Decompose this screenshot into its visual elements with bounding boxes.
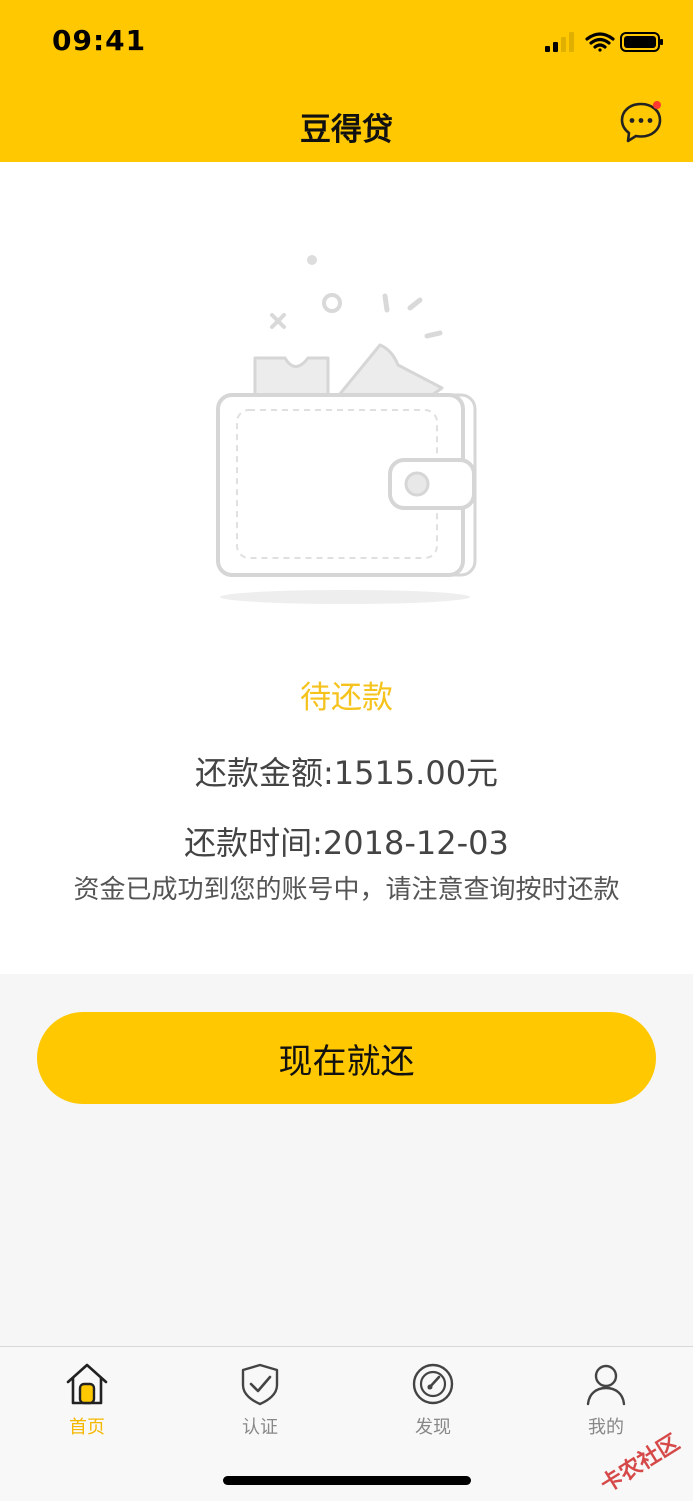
status-time: 09:41 [52, 24, 147, 57]
wifi-icon [585, 32, 615, 52]
compass-icon [412, 1363, 454, 1405]
page-title: 豆得贷 [300, 112, 393, 148]
tab-verify-label: 认证 [242, 1417, 278, 1438]
wallet-illustration [216, 255, 477, 604]
shield-check-icon [241, 1363, 279, 1406]
repay-now-button[interactable]: 现在就还 [37, 1012, 656, 1104]
home-indicator[interactable] [223, 1476, 471, 1485]
loan-notice: 资金已成功到您的账号中，请注意查询按时还款 [73, 875, 620, 905]
tab-verify[interactable]: 认证 [200, 1361, 320, 1441]
status-bar: 09:41 [0, 0, 693, 88]
message-button[interactable] [617, 98, 665, 146]
repay-date: 还款时间:2018-12-03 [184, 824, 509, 862]
repay-amount: 还款金额:1515.00元 [194, 754, 499, 792]
loan-card: 待还款 还款金额:1515.00元 还款时间:2018-12-03 资金已成功到… [0, 162, 693, 974]
home-icon [66, 1363, 108, 1405]
chat-bubble-icon [620, 102, 662, 143]
tab-mine-label: 我的 [588, 1417, 624, 1438]
tab-discover-label: 发现 [415, 1417, 451, 1438]
nav-bar: 豆得贷 [0, 88, 693, 162]
person-icon [586, 1364, 626, 1406]
tab-home-label: 首页 [69, 1417, 105, 1438]
notification-dot [653, 101, 661, 109]
signal-icon [545, 32, 574, 52]
tab-home[interactable]: 首页 [27, 1361, 147, 1441]
tab-discover[interactable]: 发现 [373, 1361, 493, 1441]
status-icons [545, 32, 663, 52]
battery-icon [620, 32, 663, 52]
tab-mine[interactable]: 我的 [546, 1361, 666, 1441]
loan-status: 待还款 [300, 680, 393, 716]
